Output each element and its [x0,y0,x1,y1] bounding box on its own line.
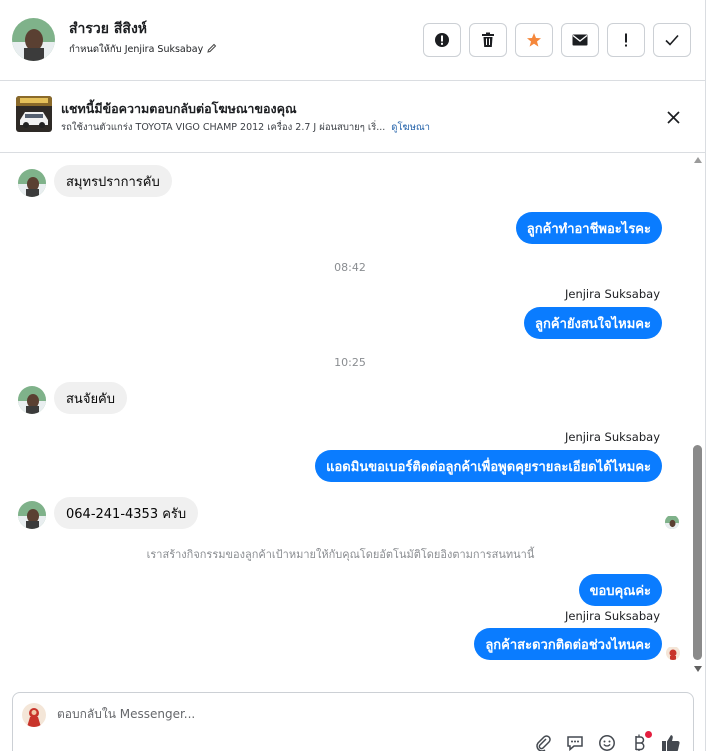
message-thread[interactable]: สมุทรปราการคับ ลูกค้าทำอาชีพอะไรคะ 08:42… [0,153,705,685]
contact-avatar-small [18,501,46,529]
sender-name: Jenjira Suksabay [564,609,660,623]
report-spam-button[interactable] [423,23,461,57]
assignment-label[interactable]: กำหนดให้กับ Jenjira Suksabay [69,42,217,57]
outgoing-message[interactable]: ขอบคุณค่ะ [578,574,662,606]
seen-indicator-avatar [665,515,679,529]
payment-icon [635,734,645,751]
trash-icon [482,32,494,47]
pencil-icon[interactable] [207,43,217,56]
notification-dot [645,731,652,738]
contact-avatar[interactable] [12,18,55,61]
system-note: เราสร้างกิจกรรมของลูกค้าเป้าหมายให้กับคุ… [146,548,535,561]
ad-reply-banner: แชทนี้มีข้อความตอบกลับต่อโฆษณาของคุณ รถใ… [0,81,705,153]
contact-avatar-small [18,386,46,414]
follow-up-button[interactable] [607,23,645,57]
header-toolbar [423,23,691,57]
ad-description-text: รถใช้งานตัวแกร่ง TOYOTA VIGO CHAMP 2012 … [61,122,386,133]
scroll-up-arrow-icon[interactable] [694,157,702,163]
report-spam-icon [435,33,449,47]
ad-banner-description: รถใช้งานตัวแกร่ง TOYOTA VIGO CHAMP 2012 … [61,120,430,135]
contact-name[interactable]: สำรวย สีสิงห์ [69,18,147,40]
sender-name: Jenjira Suksabay [564,287,660,301]
incoming-message[interactable]: สมุทรปราการคับ [54,165,172,197]
ad-thumbnail[interactable] [16,96,52,132]
payment-button[interactable] [629,731,652,751]
reply-composer [12,692,694,751]
conversation-header: สำรวย สีสิงห์ กำหนดให้กับ Jenjira Suksab… [0,0,705,81]
emoji-icon [599,735,615,751]
ad-banner-title: แชทนี้มีข้อความตอบกลับต่อโฆษณาของคุณ [61,101,297,116]
mail-icon [572,34,588,46]
reply-input[interactable] [57,707,657,721]
close-ad-banner-button[interactable] [662,106,684,128]
close-icon [666,110,680,124]
assignment-text: กำหนดให้กับ Jenjira Suksabay [69,44,204,55]
outgoing-message[interactable]: ลูกค้ายังสนใจไหมคะ [524,307,662,339]
timestamp: 08:42 [334,261,366,274]
outgoing-message[interactable]: ลูกค้าทำอาชีพอะไรคะ [515,212,662,244]
thread-scrollbar[interactable] [692,153,705,685]
composer-toolbar [533,731,681,751]
saved-replies-button[interactable] [565,733,585,751]
attachment-button[interactable] [533,733,553,751]
mark-unread-button[interactable] [561,23,599,57]
emoji-button[interactable] [597,733,617,751]
like-icon [662,735,680,751]
like-button[interactable] [661,733,681,751]
incoming-message[interactable]: สนจัยคับ [54,382,128,414]
view-ad-link[interactable]: ดูโฆษณา [391,122,430,133]
incoming-message[interactable]: 064-241-4353 ครับ [54,497,199,529]
outgoing-message[interactable]: ลูกค้าสะดวกติดต่อช่วงไหนคะ [474,628,662,660]
mark-done-button[interactable] [653,23,691,57]
saved-replies-icon [567,736,583,751]
star-icon [527,33,541,47]
attachment-icon [536,735,551,751]
delete-button[interactable] [469,23,507,57]
read-receipt-avatar [666,646,680,660]
page-avatar [22,703,46,727]
inbox-conversation-panel: สำรวย สีสิงห์ กำหนดให้กับ Jenjira Suksab… [0,0,706,751]
check-icon [665,34,679,46]
sender-name: Jenjira Suksabay [564,430,660,444]
scroll-down-arrow-icon[interactable] [694,666,702,672]
exclamation-icon [625,33,627,47]
contact-avatar-small [18,169,46,197]
star-button[interactable] [515,23,553,57]
scroll-thumb[interactable] [693,445,702,660]
outgoing-message[interactable]: แอดมินขอเบอร์ติดต่อลูกค้าเพื่อพูดคุยรายล… [315,450,662,482]
timestamp: 10:25 [334,356,366,369]
